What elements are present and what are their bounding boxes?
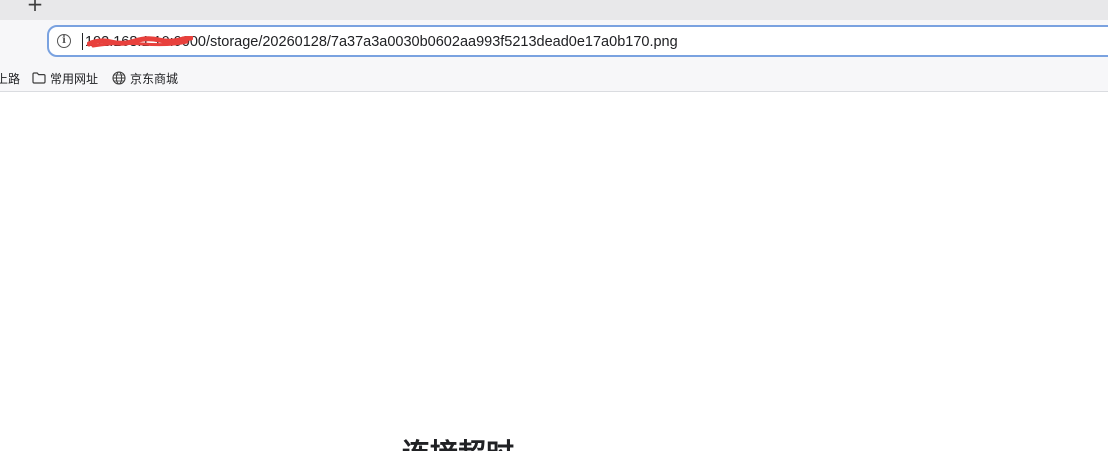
globe-icon (112, 71, 126, 85)
toolbar: i 192.168.1.10:9000/storage/20260128/7a3… (0, 20, 1108, 66)
bookmark-item-jd[interactable]: 京东商城 (112, 70, 178, 86)
url-text[interactable]: 192.168.1.10:9000/storage/20260128/7a37a… (85, 32, 678, 52)
bookmark-label: 常用网址 (50, 71, 99, 86)
error-title: 连接超时 (402, 437, 514, 451)
folder-icon (32, 72, 46, 84)
plus-icon: + (26, 0, 44, 16)
page-content: 连接超时 (0, 92, 1108, 451)
bookmark-label: 京东商城 (130, 71, 179, 86)
bookmark-item-partial[interactable]: 上路 (0, 70, 20, 86)
tab-strip: + (0, 0, 1108, 20)
text-caret (82, 33, 83, 50)
bookmark-label: 上路 (0, 71, 21, 86)
address-bar[interactable]: i 192.168.1.10:9000/storage/20260128/7a3… (47, 25, 1108, 57)
bookmark-folder-common[interactable]: 常用网址 (32, 70, 98, 86)
site-info-icon[interactable]: i (57, 34, 71, 48)
new-tab-button[interactable]: + (24, 0, 46, 15)
browser-window: + i 192.168.1.10:9000/storage/20260128/7… (0, 0, 1108, 451)
bookmarks-bar: 上路 常用网址 京东商城 (0, 66, 1108, 92)
